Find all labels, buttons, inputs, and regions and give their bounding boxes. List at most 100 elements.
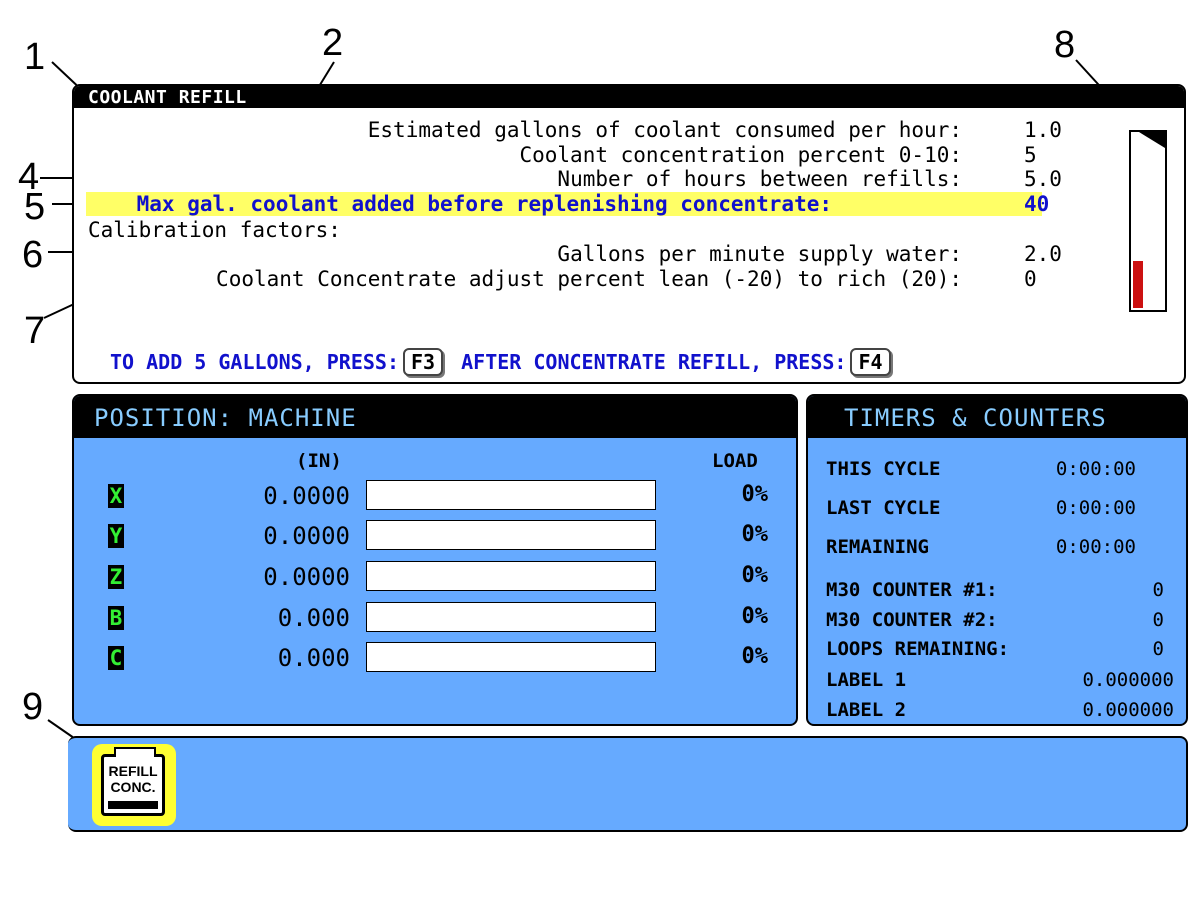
param-label: Coolant concentration percent 0-10: bbox=[519, 143, 962, 167]
position-unit-label: (IN) bbox=[296, 450, 342, 472]
axis-load-bar bbox=[366, 480, 656, 510]
callout-1: 1 bbox=[24, 36, 46, 78]
callout-7: 7 bbox=[24, 310, 46, 352]
axis-load-value: 0% bbox=[741, 563, 769, 588]
remaining-label: REMAINING bbox=[826, 536, 929, 558]
last-cycle-row: LAST CYCLE 0:00:00 bbox=[826, 497, 1174, 523]
axis-load-value: 0% bbox=[741, 482, 769, 507]
this-cycle-row: THIS CYCLE 0:00:00 bbox=[826, 458, 1174, 484]
m30-counter-1-row: M30 COUNTER #1: 0 bbox=[826, 579, 1174, 605]
f4-key[interactable]: F4 bbox=[850, 348, 891, 376]
axis-letter: Z bbox=[108, 565, 124, 589]
axis-position-value: 0.000 bbox=[277, 644, 350, 672]
calibration-factors-label: Calibration factors: bbox=[88, 218, 341, 242]
axis-load-value: 0% bbox=[741, 522, 769, 547]
axis-load-bar bbox=[366, 520, 656, 550]
coolant-refill-titlebar: COOLANT REFILL bbox=[74, 86, 1184, 108]
param-value: 5.0 bbox=[1024, 167, 1062, 191]
press-instructions: TO ADD 5 GALLONS, PRESS: F3 AFTER CONCENT… bbox=[110, 348, 897, 376]
param-value: 1.0 bbox=[1024, 118, 1062, 142]
timers-counters-panel: TIMERS & COUNTERS THIS CYCLE 0:00:00 LAS… bbox=[806, 394, 1188, 726]
axis-load-value: 0% bbox=[741, 604, 769, 629]
param-label: Gallons per minute supply water: bbox=[557, 242, 962, 266]
icon-bar bbox=[68, 736, 1188, 832]
coolant-level-gauge bbox=[1129, 130, 1167, 312]
label-1-value: 0.000000 bbox=[1082, 669, 1174, 691]
param-label: Coolant Concentrate adjust percent lean … bbox=[216, 267, 962, 291]
axis-position-value: 0.0000 bbox=[263, 522, 350, 550]
param-label: Number of hours between refills: bbox=[557, 167, 962, 191]
remaining-value: 0:00:00 bbox=[1055, 536, 1136, 558]
callout-9: 9 bbox=[22, 686, 44, 728]
jug-cap-icon bbox=[114, 747, 156, 757]
param-row-concentrate-adjust[interactable]: Coolant Concentrate adjust percent lean … bbox=[74, 267, 1184, 291]
callout-2: 2 bbox=[322, 22, 344, 64]
axis-row-x: X 0.0000 0% bbox=[74, 480, 796, 514]
param-row-gallons-per-hour[interactable]: Estimated gallons of coolant consumed pe… bbox=[74, 118, 1184, 142]
load-header: LOAD bbox=[712, 450, 758, 472]
position-machine-panel: POSITION: MACHINE (IN) LOAD X 0.0000 0% … bbox=[72, 394, 798, 726]
coolant-refill-title: COOLANT REFILL bbox=[88, 87, 247, 108]
this-cycle-value: 0:00:00 bbox=[1055, 458, 1136, 480]
axis-row-y: Y 0.0000 0% bbox=[74, 520, 796, 554]
m30-counter-1-label: M30 COUNTER #1: bbox=[826, 579, 998, 601]
m30-counter-1-value: 0 bbox=[1152, 579, 1164, 601]
param-label: Max gal. coolant added before replenishi… bbox=[136, 192, 832, 216]
label-1-row: LABEL 1 0.000000 bbox=[826, 669, 1174, 695]
param-row-max-gallons-selected[interactable]: Max gal. coolant added before replenishi… bbox=[86, 192, 1049, 216]
callout-6: 6 bbox=[22, 234, 44, 276]
last-cycle-label: LAST CYCLE bbox=[826, 497, 941, 519]
m30-counter-2-label: M30 COUNTER #2: bbox=[826, 609, 998, 631]
remaining-row: REMAINING 0:00:00 bbox=[826, 536, 1174, 562]
param-value: 0 bbox=[1024, 267, 1037, 291]
m30-counter-2-value: 0 bbox=[1152, 609, 1164, 631]
refill-concentrate-icon[interactable]: REFILL CONC. bbox=[92, 744, 176, 826]
axis-load-bar bbox=[366, 602, 656, 632]
axis-letter: B bbox=[108, 606, 124, 630]
axis-letter: C bbox=[108, 646, 124, 670]
liquid-level-icon bbox=[108, 801, 158, 809]
axis-letter: X bbox=[108, 484, 124, 508]
axis-position-value: 0.000 bbox=[277, 604, 350, 632]
param-value: 40 bbox=[1024, 192, 1050, 216]
axis-row-z: Z 0.0000 0% bbox=[74, 561, 796, 595]
label-2-label: LABEL 2 bbox=[826, 699, 907, 721]
position-title: POSITION: MACHINE bbox=[94, 404, 357, 432]
axis-load-bar bbox=[366, 642, 656, 672]
position-titlebar: POSITION: MACHINE bbox=[74, 396, 796, 438]
last-cycle-value: 0:00:00 bbox=[1055, 497, 1136, 519]
axis-load-bar bbox=[366, 561, 656, 591]
label-2-value: 0.000000 bbox=[1082, 699, 1174, 721]
callout-5: 5 bbox=[24, 186, 46, 228]
axis-load-value: 0% bbox=[741, 644, 769, 669]
axis-letter: Y bbox=[108, 524, 124, 548]
add-gallons-text: TO ADD 5 GALLONS, PRESS: bbox=[110, 350, 399, 374]
concentrate-refill-text: AFTER CONCENTRATE REFILL, PRESS: bbox=[461, 350, 847, 374]
label-1-label: LABEL 1 bbox=[826, 669, 907, 691]
f3-key[interactable]: F3 bbox=[402, 348, 444, 376]
coolant-level-fill bbox=[1133, 261, 1143, 308]
param-label: Estimated gallons of coolant consumed pe… bbox=[367, 118, 962, 142]
timers-title: TIMERS & COUNTERS bbox=[844, 404, 1107, 432]
m30-counter-2-row: M30 COUNTER #2: 0 bbox=[826, 609, 1174, 635]
axis-position-value: 0.0000 bbox=[263, 482, 350, 510]
this-cycle-label: THIS CYCLE bbox=[826, 458, 941, 480]
param-value: 5 bbox=[1024, 143, 1037, 167]
param-value: 2.0 bbox=[1024, 242, 1062, 266]
param-row-concentration-percent[interactable]: Coolant concentration percent 0-10: 5 bbox=[74, 143, 1184, 167]
refill-conc-label: REFILL CONC. bbox=[108, 763, 158, 795]
coolant-refill-panel: COOLANT REFILL Estimated gallons of cool… bbox=[72, 84, 1186, 384]
axis-row-b: B 0.000 0% bbox=[74, 602, 796, 636]
axis-position-value: 0.0000 bbox=[263, 563, 350, 591]
param-row-hours-between-refills[interactable]: Number of hours between refills: 5.0 bbox=[74, 167, 1184, 191]
loops-remaining-value: 0 bbox=[1152, 638, 1164, 660]
loops-remaining-label: LOOPS REMAINING: bbox=[826, 638, 1010, 660]
level-marker-icon bbox=[1139, 132, 1165, 148]
axis-row-c: C 0.000 0% bbox=[74, 642, 796, 676]
label-2-row: LABEL 2 0.000000 bbox=[826, 699, 1174, 724]
callout-8: 8 bbox=[1054, 24, 1076, 66]
timers-titlebar: TIMERS & COUNTERS bbox=[808, 396, 1186, 438]
param-row-supply-water-gpm[interactable]: Gallons per minute supply water: 2.0 bbox=[74, 242, 1184, 266]
refill-jug-icon: REFILL CONC. bbox=[101, 754, 165, 816]
loops-remaining-row: LOOPS REMAINING: 0 bbox=[826, 638, 1174, 664]
